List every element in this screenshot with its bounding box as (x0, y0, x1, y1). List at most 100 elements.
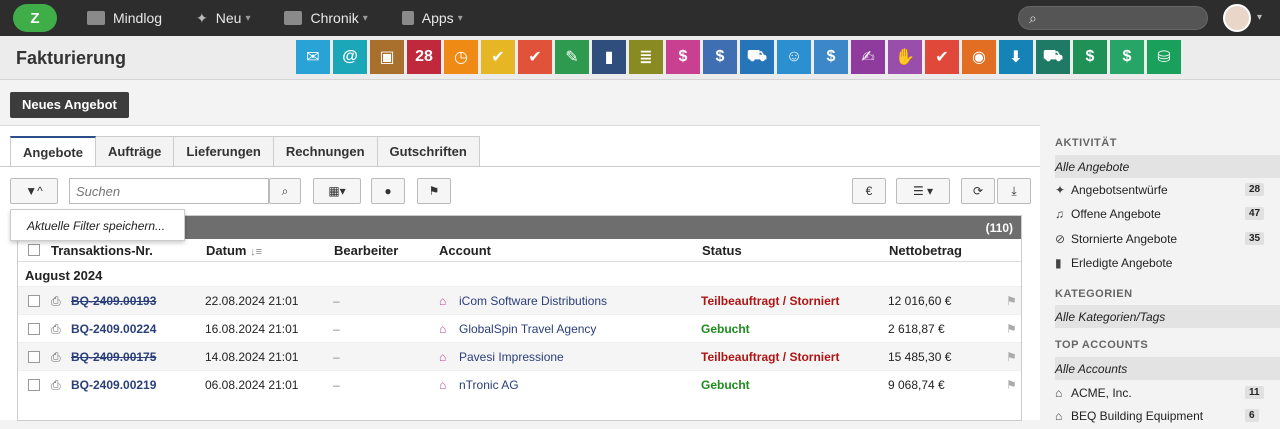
table-row[interactable]: ⎙ BQ-2409.00219 06.08.2024 21:01 – ⌂ nTronic … (18, 370, 1021, 398)
tab-lieferungen[interactable]: Lieferungen (174, 136, 274, 167)
folder-check-icon[interactable]: ✔ (518, 40, 552, 74)
table-row[interactable]: ⎙ BQ-2409.00224 16.08.2024 21:01 – ⌂ GlobalSp… (18, 314, 1021, 342)
activity-cancelled-label: Stornierte Angebote (1071, 232, 1178, 246)
bookmark-icon[interactable]: ▮ (592, 40, 626, 74)
handshake-icon[interactable]: ✋ (888, 40, 922, 74)
cashier-icon[interactable]: $ (666, 40, 700, 74)
filter-icon: ▼^ (25, 184, 43, 198)
categories-all[interactable]: Alle Kategorien/Tags (1055, 305, 1280, 328)
export-button[interactable]: ⤓ (997, 178, 1031, 204)
activity-open-label: Offene Angebote (1071, 207, 1161, 221)
txn-number[interactable]: BQ-2409.00224 (71, 322, 156, 336)
chevron-down-icon[interactable]: ▾ (1257, 12, 1262, 23)
tab-rechnungen[interactable]: Rechnungen (273, 136, 378, 167)
contact-card-icon[interactable]: @ (333, 40, 367, 74)
calendar-icon[interactable]: 28 (407, 40, 441, 74)
col-date[interactable]: Datum ↓≡ (206, 243, 262, 258)
notes-icon[interactable]: ✎ (555, 40, 589, 74)
download-icon: ⤓ (1011, 183, 1017, 198)
database-icon[interactable]: ⛁ (1147, 40, 1181, 74)
col-account[interactable]: Account (439, 243, 491, 258)
table-header: Transaktions-Nr. Datum ↓≡ Bearbeiter Acc… (18, 239, 1021, 262)
new-offer-button[interactable]: Neues Angebot (10, 92, 129, 118)
txn-number[interactable]: BQ-2409.00175 (71, 350, 156, 364)
account-link[interactable]: iCom Software Distributions (459, 294, 607, 308)
cash-stack-icon[interactable]: $ (1073, 40, 1107, 74)
sparkle-icon: ✦ (1055, 183, 1066, 197)
account-link[interactable]: GlobalSpin Travel Agency (459, 322, 596, 336)
flag-icon[interactable]: ⚑ (1006, 350, 1017, 364)
accounts-all[interactable]: Alle Accounts (1055, 357, 1280, 380)
truck-icon[interactable]: ⛟ (740, 40, 774, 74)
mail-icon[interactable]: ✉ (296, 40, 330, 74)
nav-neu[interactable]: ✦ Neu ▾ (196, 10, 250, 27)
table-row[interactable]: ⎙ BQ-2409.00175 14.08.2024 21:01 – ⌂ Pavesi I… (18, 342, 1021, 370)
search-input[interactable] (69, 178, 269, 204)
account-link[interactable]: Pavesi Impressione (459, 350, 564, 364)
tasks-icon[interactable]: ✔ (481, 40, 515, 74)
txn-number[interactable]: BQ-2409.00219 (71, 378, 156, 392)
view-menu-button[interactable]: ☰ ▾ (896, 178, 950, 204)
monitor-icon (284, 11, 303, 25)
broadcast-icon[interactable]: ◉ (962, 40, 996, 74)
account-acme[interactable]: ⌂ ACME, Inc. 11 (1055, 386, 1280, 406)
refresh-button[interactable]: ⟳ (961, 178, 995, 204)
row-checkbox[interactable] (28, 351, 40, 363)
app-logo[interactable]: Z (13, 4, 57, 32)
nav-chronik[interactable]: Chronik ▾ (284, 10, 368, 26)
stopwatch-icon[interactable]: ◷ (444, 40, 478, 74)
document-icon[interactable]: ≣ (629, 40, 663, 74)
avatar[interactable] (1223, 4, 1251, 32)
table-row[interactable]: ⎙ BQ-2409.00193 22.08.2024 21:01 – ⌂ iCom Sof… (18, 286, 1021, 314)
flag-icon[interactable]: ⚑ (1006, 378, 1017, 392)
toolbar: ▼^ ⌕ ▦▾ ● ⚑ € ☰ ▾ ⟳ ⤓ (10, 178, 1031, 206)
activity-drafts[interactable]: ✦ Angebotsentwürfe 28 (1055, 183, 1280, 203)
flag-icon[interactable]: ⚑ (1006, 294, 1017, 308)
tab-auftraege[interactable]: Aufträge (95, 136, 175, 167)
support-icon[interactable]: ☺ (777, 40, 811, 74)
price-tag-icon[interactable]: $ (1110, 40, 1144, 74)
activity-open[interactable]: ♫ Offene Angebote 47 (1055, 207, 1280, 227)
activity-cancelled[interactable]: ⊘ Stornierte Angebote 35 (1055, 232, 1280, 252)
col-editor[interactable]: Bearbeiter (334, 243, 398, 258)
calendar-filter-button[interactable]: ▦▾ (313, 178, 361, 204)
tab-gutschriften[interactable]: Gutschriften (377, 136, 480, 167)
nav-mindlog[interactable]: Mindlog (87, 10, 162, 26)
group-header: August 2024 (25, 268, 103, 283)
dolly-icon[interactable]: ⛟ (1036, 40, 1070, 74)
list-icon: ☰ ▾ (912, 184, 934, 198)
account-link[interactable]: nTronic AG (459, 378, 519, 392)
money-bag-icon[interactable]: $ (814, 40, 848, 74)
chevron-down-icon: ▾ (362, 12, 368, 24)
nav-apps[interactable]: Apps ▾ (401, 10, 463, 26)
row-checkbox[interactable] (28, 323, 40, 335)
select-all-checkbox[interactable] (28, 244, 40, 256)
row-checkbox[interactable] (28, 295, 40, 307)
col-status[interactable]: Status (702, 243, 742, 258)
top-accounts-heading: TOP ACCOUNTS (1055, 339, 1149, 351)
activity-all[interactable]: Alle Angebote (1055, 155, 1280, 178)
search-button[interactable]: ⌕ (269, 178, 301, 204)
count-badge: 35 (1245, 232, 1265, 245)
account-beq[interactable]: ⌂ BEQ Building Equipment 6 (1055, 409, 1280, 429)
address-book-icon[interactable]: ▣ (370, 40, 404, 74)
download-icon[interactable]: ⬇ (999, 40, 1033, 74)
row-checkbox[interactable] (28, 379, 40, 391)
txn-editor: – (333, 378, 340, 392)
pdf-icon[interactable]: ✔ (925, 40, 959, 74)
flag-icon[interactable]: ⚑ (1006, 322, 1017, 336)
tab-angebote[interactable]: Angebote (10, 136, 96, 167)
col-txn[interactable]: Transaktions-Nr. (51, 243, 153, 258)
txn-number[interactable]: BQ-2409.00193 (71, 294, 156, 308)
filter-button[interactable]: ▼^ (10, 178, 58, 204)
flag-filter-button[interactable]: ⚑ (417, 178, 451, 204)
currency-button[interactable]: € (852, 178, 886, 204)
save-filter-item[interactable]: Aktuelle Filter speichern... (27, 219, 165, 233)
page-title: Fakturierung (16, 48, 127, 68)
contract-icon[interactable]: ✍ (851, 40, 885, 74)
user-filter-button[interactable]: ● (371, 178, 405, 204)
dollar-icon[interactable]: $ (703, 40, 737, 74)
activity-done[interactable]: ▮ Erledigte Angebote (1055, 256, 1280, 276)
global-search[interactable]: ⌕ (1018, 6, 1208, 30)
col-net[interactable]: Nettobetrag (889, 243, 962, 258)
